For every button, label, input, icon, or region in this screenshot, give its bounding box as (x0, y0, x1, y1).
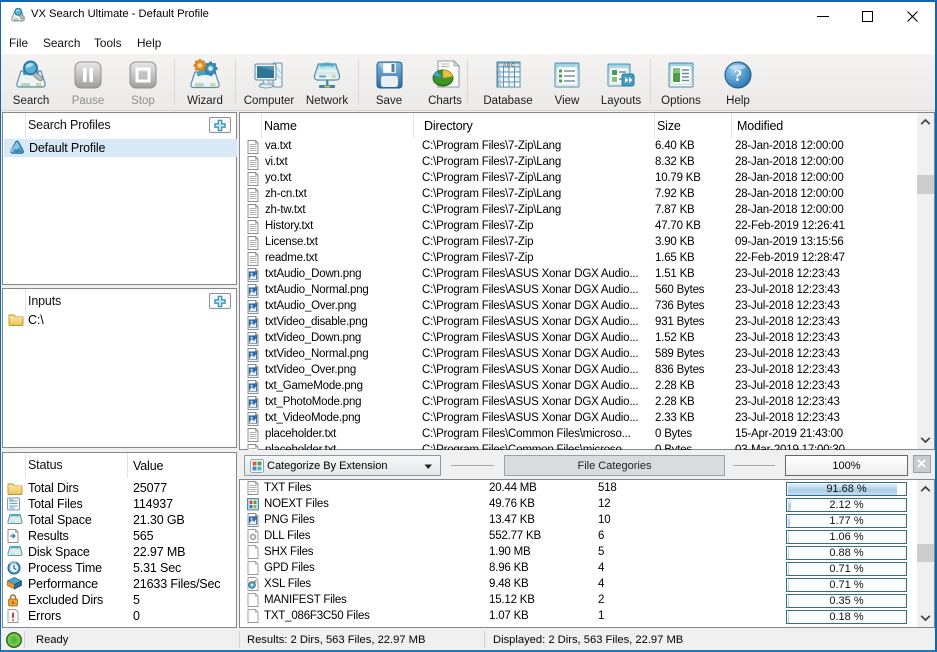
svg-text:2: 2 (499, 73, 501, 77)
svg-text:e: e (254, 579, 257, 585)
svg-text:4: 4 (499, 83, 501, 87)
svg-text:?: ? (734, 66, 743, 85)
svg-text:3: 3 (499, 78, 501, 82)
svg-text:1: 1 (499, 68, 501, 72)
